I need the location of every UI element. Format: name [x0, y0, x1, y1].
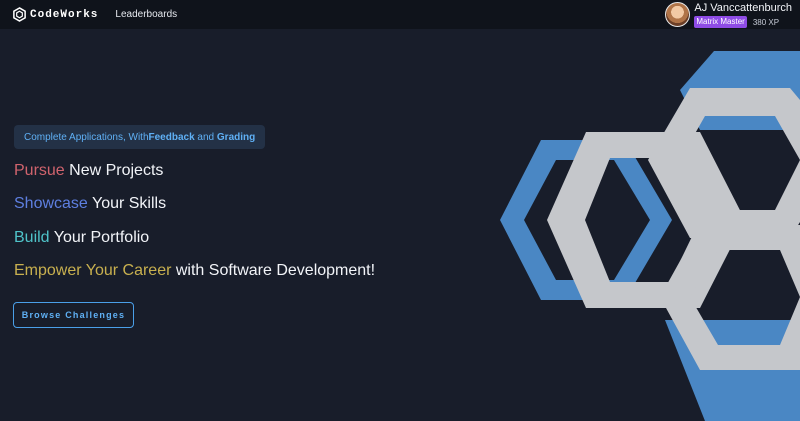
hexagon-logo-icon	[13, 7, 26, 22]
headline-accent: Pursue	[14, 162, 65, 179]
headline-empower: Empower Your Career with Software Develo…	[14, 262, 375, 280]
tagline-feedback: Feedback	[148, 131, 195, 143]
headline-rest: New Projects	[64, 162, 164, 179]
user-info: AJ Vanccattenburch Matrix Master 380 XP	[694, 2, 792, 28]
hex-gray-top	[648, 88, 800, 238]
user-menu[interactable]: AJ Vanccattenburch Matrix Master 380 XP	[665, 2, 792, 28]
headline-accent: Build	[14, 229, 50, 246]
tagline-prefix: Complete Applications, With	[24, 131, 149, 143]
headline-pursue: Pursue New Projects	[14, 162, 163, 180]
interlocking-hexagons-graphic	[500, 51, 800, 421]
brand-name: CodeWorks	[30, 8, 99, 21]
brand[interactable]: CodeWorks	[12, 7, 98, 22]
user-name: AJ Vanccattenburch	[694, 2, 792, 14]
headline-rest: Your Portfolio	[49, 229, 150, 246]
headline-build: Build Your Portfolio	[14, 229, 149, 247]
browse-challenges-button[interactable]: Browse Challenges	[13, 302, 134, 328]
xp-count: 380 XP	[752, 17, 780, 27]
headline-rest: Your Skills	[87, 195, 167, 212]
hero-tagline: Complete Applications, With Feedback and…	[14, 125, 266, 149]
headline-accent: Showcase	[14, 195, 88, 212]
avatar[interactable]	[665, 2, 691, 27]
headline-rest: with Software Development!	[171, 262, 376, 279]
headline-accent: Empower Your Career	[14, 262, 172, 279]
tagline-grading: Grading	[216, 131, 256, 143]
top-navbar: CodeWorks Leaderboards AJ Vanccattenburc…	[0, 0, 800, 29]
user-meta: Matrix Master 380 XP	[694, 16, 792, 28]
landing-page: CodeWorks Leaderboards AJ Vanccattenburc…	[0, 0, 800, 421]
nav-leaderboards-link[interactable]: Leaderboards	[115, 9, 177, 20]
tagline-middle: and	[194, 131, 217, 143]
rank-badge: Matrix Master	[694, 16, 747, 28]
headline-showcase: Showcase Your Skills	[14, 195, 166, 213]
